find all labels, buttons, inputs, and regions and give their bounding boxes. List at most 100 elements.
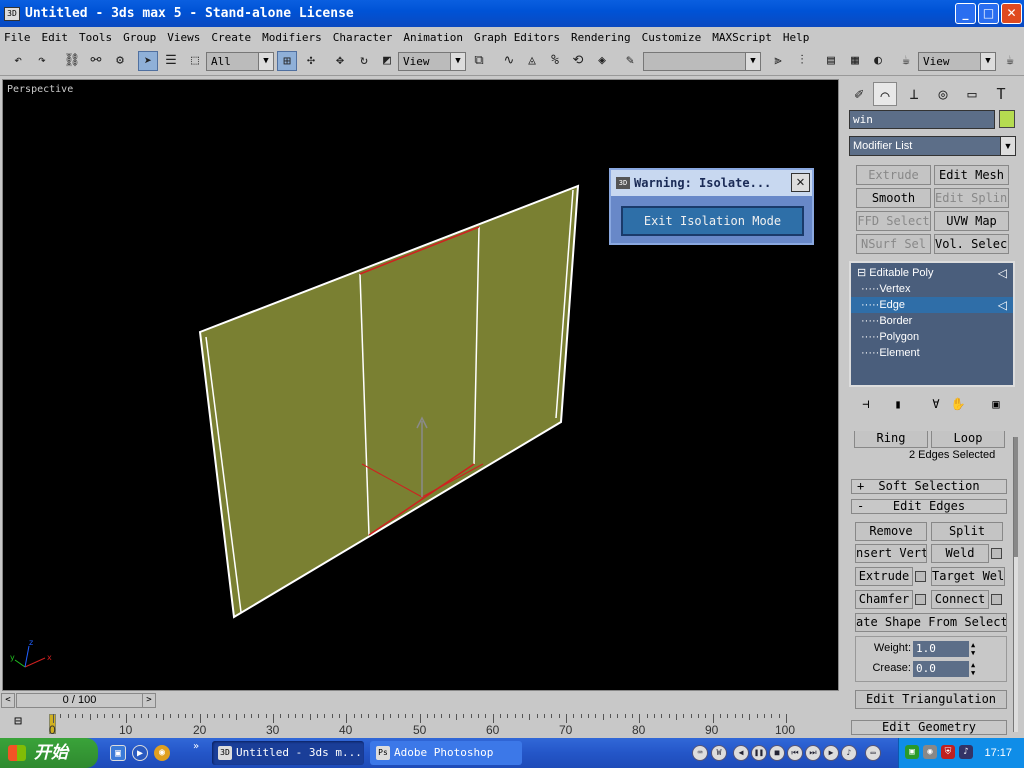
time-slider[interactable]: < 0 / 100 >	[0, 692, 842, 710]
menu-animation[interactable]: Animation	[403, 31, 463, 44]
dialog-close-button[interactable]: ✕	[791, 173, 810, 192]
link-icon[interactable]: ⛓	[62, 51, 82, 71]
reference-coordinate-dropdown[interactable]: View ▼	[398, 52, 466, 71]
undo-icon[interactable]: ↶	[8, 51, 28, 71]
stack-item-border[interactable]: ·····Border	[851, 313, 1013, 329]
modifier-vol-select-button[interactable]: Vol. Select	[934, 234, 1009, 254]
language-bar-icon[interactable]: ⌨	[692, 745, 708, 761]
scale-icon[interactable]: ◩	[377, 51, 397, 71]
spinner-snap-icon[interactable]: ⟲	[568, 51, 588, 71]
mirror-icon[interactable]: ⫸	[768, 51, 788, 71]
network-icon[interactable]: ▣	[905, 745, 919, 759]
modifier-edit-spline-button[interactable]: Edit Spline	[934, 188, 1009, 208]
connect-settings-button[interactable]	[991, 594, 1002, 605]
render-view-dropdown[interactable]: View ▼	[918, 52, 996, 71]
material-editor-icon[interactable]: ◐	[868, 51, 888, 71]
weld-button[interactable]: Weld	[931, 544, 989, 563]
antivirus-shield-icon[interactable]: ⛨	[941, 745, 955, 759]
insert-vertex-button[interactable]: nsert Verte	[855, 544, 927, 563]
maximize-button[interactable]: □	[978, 3, 999, 24]
dialog-title-bar[interactable]: 3D Warning: Isolate... ✕	[611, 170, 812, 196]
modifier-uvw-map-button[interactable]: UVW Map	[934, 211, 1009, 231]
menu-edit[interactable]: Edit	[42, 31, 69, 44]
object-color-swatch[interactable]	[999, 110, 1015, 128]
media-rewind-icon[interactable]: ◀	[733, 745, 749, 761]
menu-file[interactable]: File	[4, 31, 31, 44]
select-manipulate-icon[interactable]: ✣	[301, 51, 321, 71]
crease-spinner-icon[interactable]: ▲ ▼	[971, 661, 980, 677]
exit-isolation-mode-button[interactable]: Exit Isolation Mode	[621, 206, 804, 236]
target-weld-button[interactable]: Target Weld	[931, 567, 1005, 586]
soft-selection-rollout-header[interactable]: + Soft Selection	[851, 479, 1007, 494]
stack-item-polygon[interactable]: ·····Polygon	[851, 329, 1013, 345]
menu-character[interactable]: Character	[333, 31, 393, 44]
connect-button[interactable]: Connect	[931, 590, 989, 609]
media-pause-icon[interactable]: ❚❚	[751, 745, 767, 761]
media-restore-icon[interactable]: ▭	[865, 745, 881, 761]
command-panel-scrollbar[interactable]	[1013, 437, 1018, 732]
object-name-field[interactable]: win	[849, 110, 995, 129]
stack-item-edge[interactable]: ·····Edge ◁	[851, 297, 1013, 313]
stack-item-vertex[interactable]: ·····Vertex	[851, 281, 1013, 297]
schematic-view-icon[interactable]: ▦	[845, 51, 865, 71]
speaker-icon[interactable]: ♪	[959, 745, 973, 759]
media-next-icon[interactable]: ⏭	[805, 745, 821, 761]
named-selection-icon[interactable]: ◈	[592, 51, 612, 71]
modifier-edit-mesh-button[interactable]: Edit Mesh	[934, 165, 1009, 185]
utilities-tab-icon[interactable]: T	[989, 82, 1013, 106]
weight-spinner-icon[interactable]: ▲ ▼	[971, 641, 980, 657]
window-crossing-icon[interactable]: ⊞	[277, 51, 297, 71]
volume-icon[interactable]: ♪	[841, 745, 857, 761]
bind-spacewarp-icon[interactable]: ⚙	[110, 51, 130, 71]
angle-snap-icon[interactable]: ◬	[522, 51, 542, 71]
track-bar[interactable]: ⊟ 0 10 20 30 40 50 60 70 80 90 100	[0, 710, 842, 738]
render-scene-icon[interactable]: ☕	[896, 51, 916, 71]
quick-render-icon[interactable]: ☕	[1000, 51, 1020, 71]
time-prev-arrow-icon[interactable]: <	[1, 693, 15, 708]
edit-edges-rollout-header[interactable]: - Edit Edges	[851, 499, 1007, 514]
hierarchy-tab-icon[interactable]: ⊥	[902, 82, 926, 106]
track-view-icon[interactable]: ▤	[821, 51, 841, 71]
ring-button[interactable]: Ring	[854, 431, 928, 448]
weight-input[interactable]: 1.0	[913, 641, 969, 657]
menu-maxscript[interactable]: MAXScript	[712, 31, 772, 44]
modify-tab-icon[interactable]: ⌒	[873, 82, 897, 106]
menu-create[interactable]: Create	[211, 31, 251, 44]
select-by-name-icon[interactable]: ☰	[161, 51, 181, 71]
media-player-icon[interactable]: ▶	[132, 745, 148, 761]
edit-named-selection-icon[interactable]: ✎	[620, 51, 640, 71]
chamfer-button[interactable]: Chamfer	[855, 590, 913, 609]
app-icon[interactable]: 3D	[4, 6, 20, 21]
split-button[interactable]: Split	[931, 522, 1003, 541]
time-next-arrow-icon[interactable]: >	[142, 693, 156, 708]
named-selection-dropdown[interactable]: ▼	[643, 52, 761, 71]
start-button[interactable]: 开始	[0, 738, 98, 768]
modifier-list-dropdown[interactable]: Modifier List ▼	[849, 136, 1016, 156]
remove-button[interactable]: Remove	[855, 522, 927, 541]
media-forward-icon[interactable]: ▶	[823, 745, 839, 761]
remove-modifier-icon[interactable]: ✋	[949, 395, 967, 413]
move-icon[interactable]: ✥	[330, 51, 350, 71]
menu-help[interactable]: Help	[783, 31, 810, 44]
create-tab-icon[interactable]: ✐	[847, 82, 871, 106]
weld-settings-button[interactable]	[991, 548, 1002, 559]
scrollbar-thumb[interactable]	[1014, 437, 1018, 557]
taskbar-item-photoshop[interactable]: Ps Adobe Photoshop	[370, 741, 522, 765]
make-unique-icon[interactable]: ∀	[927, 395, 945, 413]
selection-filter-dropdown[interactable]: All ▼	[206, 52, 274, 71]
time-slider-thumb[interactable]: 0 / 100	[16, 693, 143, 708]
menu-modifiers[interactable]: Modifiers	[262, 31, 322, 44]
minimize-button[interactable]: _	[955, 3, 976, 24]
configure-modifier-sets-icon[interactable]: ▣	[987, 395, 1005, 413]
rotate-icon[interactable]: ↻	[354, 51, 374, 71]
menu-graph-editors[interactable]: Graph Editors	[474, 31, 560, 44]
extrude-button[interactable]: Extrude	[855, 567, 913, 586]
loop-button[interactable]: Loop	[931, 431, 1005, 448]
display-tab-icon[interactable]: ▭	[960, 82, 984, 106]
create-shape-from-selection-button[interactable]: ate Shape From Select	[855, 613, 1007, 632]
stack-item-element[interactable]: ·····Element	[851, 345, 1013, 361]
align-icon[interactable]: ⫶	[792, 51, 812, 71]
select-object-icon[interactable]: ➤	[138, 51, 158, 71]
show-desktop-icon[interactable]: ▣	[110, 745, 126, 761]
extrude-settings-button[interactable]	[915, 571, 926, 582]
